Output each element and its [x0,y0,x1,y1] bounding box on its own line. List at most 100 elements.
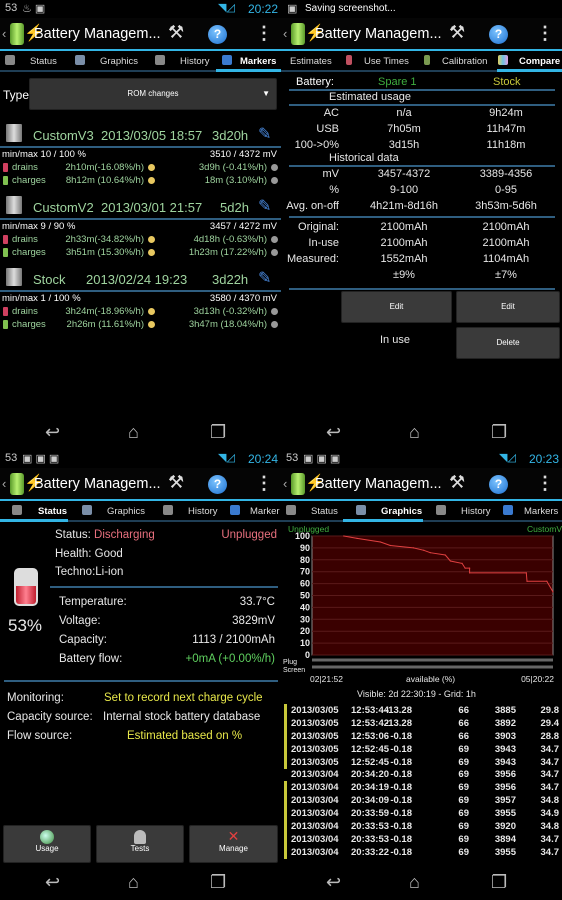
manage-button[interactable]: ✕ Manage [189,825,278,863]
tab-graphics[interactable]: Graphics [107,506,145,517]
tab-graphics[interactable]: Graphics [381,506,422,517]
drains-screen-off: 3d9h (-0.41%/h) [199,162,278,173]
help-icon[interactable]: ? [489,475,508,494]
back-icon[interactable]: ↩ [326,422,341,443]
home-icon[interactable]: ⌂ [128,422,139,443]
up-icon[interactable]: ‹ [2,26,6,41]
divider [289,288,555,290]
tab-use-times[interactable]: Use Times [364,56,409,67]
table-row[interactable]: 2013/03/05 12:53:44 -13.28 66 3885 29.8 [281,703,562,717]
help-icon[interactable]: ? [208,475,227,494]
drains-label: drains [12,306,38,317]
overflow-menu-icon[interactable]: ⋮ [255,23,273,44]
table-row[interactable]: 2013/03/04 20:33:59 -0.18 69 3955 34.9 [281,807,562,821]
tools-icon[interactable]: ⚒ [168,22,184,43]
tools-icon[interactable]: ⚒ [168,472,184,493]
tab-graphics[interactable]: Graphics [100,56,138,67]
battery-graph[interactable]: 1009080706050403020100PlugScreen [281,530,562,690]
tests-button[interactable]: Tests [96,825,184,863]
y-tick-label: 50 [300,591,310,601]
compare-row-label: Original: [298,221,339,233]
table-row[interactable]: 2013/03/04 20:34:20 -0.18 69 3956 34.7 [281,768,562,781]
table-row[interactable]: 2013/03/05 12:53:42 -13.28 66 3892 29.4 [281,716,562,730]
back-icon[interactable]: ↩ [45,422,60,443]
cell-flow: -0.18 [390,743,412,755]
tools-icon[interactable]: ⚒ [449,22,465,43]
marker-date: 2013/03/01 21:57 [101,200,203,215]
table-row[interactable]: 2013/03/05 12:52:45 -0.18 69 3943 34.7 [281,755,562,769]
up-icon[interactable]: ‹ [283,476,287,491]
back-icon[interactable]: ↩ [326,872,341,893]
home-icon[interactable]: ⌂ [409,872,420,893]
recents-icon[interactable]: ❐ [491,872,507,893]
trash-icon[interactable] [6,268,22,286]
edit-spare-button[interactable]: Edit [341,291,452,323]
home-icon[interactable]: ⌂ [128,872,139,893]
edit-stock-button[interactable]: Edit [456,291,560,323]
edit-pen-icon[interactable]: ✎ [258,196,271,216]
drains-screen-on-value: 2h33m(-34.82%/h) [65,234,144,245]
cell-voltage: 3943 [494,743,516,755]
compare-screen: ▣ Saving screenshot... ‹ ⚡ Battery Manag… [281,0,562,450]
voltage-range: 3457 / 4272 mV [209,221,277,232]
home-icon[interactable]: ⌂ [409,422,420,443]
cell-temperature: 34.8 [540,821,560,832]
tab-bar: Status Graphics History Marker [0,502,281,522]
tab-status[interactable]: Status [38,506,67,517]
tab-markers[interactable]: Marker [250,506,280,517]
overflow-menu-icon[interactable]: ⋮ [536,23,554,44]
edit-pen-icon[interactable]: ✎ [258,268,271,288]
edit-pen-icon[interactable]: ✎ [258,124,271,144]
table-row[interactable]: 2013/03/04 20:33:53 -0.18 69 3920 34.8 [281,820,562,833]
app-battery-icon[interactable] [10,473,24,495]
tab-compare[interactable]: Compare [519,56,560,67]
table-row[interactable]: 2013/03/04 20:33:53 -0.18 69 3894 34.7 [281,832,562,846]
tab-history[interactable]: History [461,506,491,517]
type-select[interactable]: ROM changes ▼ [29,78,277,110]
trash-icon[interactable] [6,196,22,214]
usage-button[interactable]: Usage [3,825,91,863]
tab-history[interactable]: History [188,506,218,517]
monitoring-value[interactable]: Set to record next charge cycle [104,692,263,704]
tab-markers[interactable]: Markers [240,56,276,67]
app-battery-icon[interactable] [291,473,305,495]
compare-spare-value: 1552mAh [380,253,428,265]
table-row[interactable]: 2013/03/05 12:53:06 -0.18 66 3903 28.8 [281,729,562,743]
tab-status[interactable]: Status [30,56,57,67]
up-icon[interactable]: ‹ [283,26,287,41]
tab-calibration[interactable]: Calibration [442,56,487,67]
help-icon[interactable]: ? [489,25,508,44]
trash-icon[interactable] [6,124,22,142]
cell-percent: 66 [458,717,469,729]
overflow-menu-icon[interactable]: ⋮ [255,473,273,494]
back-icon[interactable]: ↩ [45,872,60,893]
recents-icon[interactable]: ❐ [210,872,226,893]
cell-date: 2013/03/05 [291,743,339,755]
help-icon[interactable]: ? [208,25,227,44]
tools-icon[interactable]: ⚒ [449,472,465,493]
overflow-menu-icon[interactable]: ⋮ [536,473,554,494]
cell-temperature: 34.7 [540,743,560,755]
detail-label: Capacity: [59,634,107,646]
screen-off-icon [271,235,278,243]
app-battery-icon[interactable] [291,23,305,45]
table-row[interactable]: 2013/03/05 12:52:45 -0.18 69 3943 34.7 [281,742,562,756]
delete-button[interactable]: Delete [456,327,560,359]
tab-markers[interactable]: Markers [524,506,558,517]
app-title: Battery Managem... [315,476,442,492]
recents-icon[interactable]: ❐ [491,422,507,443]
history-table[interactable]: 2013/03/0512:53:54-13.2866388430.02013/0… [281,700,562,862]
data-point [526,580,528,582]
cell-percent: 66 [458,704,469,716]
tab-history[interactable]: History [180,56,210,67]
drains-screen-off-value: 4d18h (-0.63%/h) [193,234,267,245]
table-row[interactable]: 2013/03/04 20:34:19 -0.18 69 3956 34.7 [281,781,562,795]
table-row[interactable]: 2013/03/04 20:34:09 -0.18 69 3957 34.8 [281,794,562,808]
compare-stock-value: 9h24m [489,107,523,119]
tab-status[interactable]: Status [311,506,338,517]
table-row[interactable]: 2013/03/04 20:33:22 -0.18 69 3955 34.7 [281,845,562,859]
up-icon[interactable]: ‹ [2,476,6,491]
recents-icon[interactable]: ❐ [210,422,226,443]
app-battery-icon[interactable] [10,23,24,45]
tab-estimates[interactable]: Estimates [290,56,332,67]
